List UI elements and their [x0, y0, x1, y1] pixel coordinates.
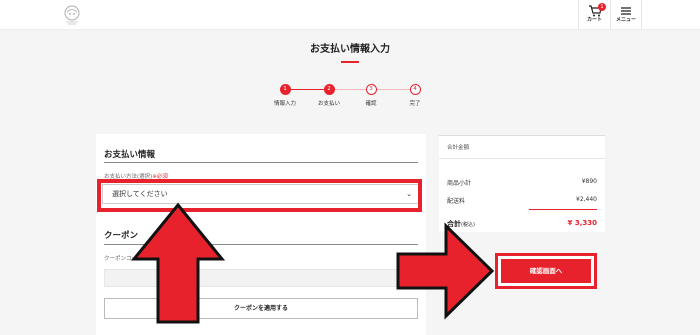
- total-value: ¥ 3,330: [567, 219, 597, 227]
- cart-count-badge: 1: [598, 3, 606, 11]
- shipping-value: ¥2,440: [576, 196, 597, 203]
- total-rule: [529, 209, 597, 210]
- step-1: 1 情報入力: [270, 84, 300, 107]
- confirm-highlight-annotation: 確認画面へ: [495, 253, 597, 289]
- progress-stepper: 1 情報入力 2 お支払い 3 確認 4 完了: [270, 84, 430, 114]
- cart-button[interactable]: 1 カート: [578, 0, 610, 30]
- coupon-code-input[interactable]: [104, 269, 418, 287]
- page-title: お支払い情報入力: [310, 44, 390, 55]
- menu-label: メニュー: [615, 17, 636, 23]
- step-1-number: 1: [279, 84, 291, 95]
- order-summary-card: 合計金額 商品小計 ¥890 配送料 ¥2,440 合計(税込) ¥ 3,330: [439, 135, 605, 232]
- apply-coupon-button[interactable]: クーポンを適用する: [104, 298, 418, 319]
- payment-section-divider: [104, 162, 418, 163]
- site-header: 1 カート メニュー: [0, 0, 700, 30]
- cart-label: カート: [586, 17, 602, 23]
- step-1-label: 情報入力: [273, 101, 296, 107]
- summary-heading: 合計金額: [447, 145, 470, 151]
- coupon-code-label: クーポンコード: [104, 256, 143, 262]
- title-underline: [341, 61, 359, 63]
- step-4-number: 4: [409, 84, 421, 95]
- summary-divider: [439, 158, 605, 159]
- step-3-number: 3: [365, 84, 377, 95]
- step-3-label: 確認: [365, 101, 377, 107]
- total-label: 合計(税込): [447, 219, 475, 229]
- coupon-section-divider: [104, 244, 418, 245]
- step-2: 2 お支払い: [314, 84, 344, 107]
- logo-icon[interactable]: [60, 4, 84, 26]
- confirm-screen-button[interactable]: 確認画面へ: [501, 259, 591, 283]
- step-2-number: 2: [323, 84, 335, 95]
- select-highlight-annotation: [97, 179, 422, 212]
- total-tax-note: (税込): [461, 222, 475, 228]
- step-3: 3 確認: [356, 84, 386, 107]
- payment-form-card: お支払い情報 お支払い方法(選択)※必須 選択してください ⌄ クーポン クーポ…: [96, 134, 426, 335]
- subtotal-value: ¥890: [581, 178, 597, 185]
- step-4: 4 完了: [400, 84, 430, 107]
- subtotal-label: 商品小計: [447, 180, 472, 187]
- shipping-label: 配送料: [447, 198, 466, 205]
- step-4-label: 完了: [409, 101, 421, 107]
- coupon-section-title: クーポン: [104, 231, 139, 241]
- step-2-label: お支払い: [317, 101, 340, 107]
- payment-section-title: お支払い情報: [104, 150, 156, 160]
- menu-button[interactable]: メニュー: [610, 0, 642, 30]
- hamburger-icon: [621, 7, 631, 15]
- total-label-text: 合計: [447, 220, 461, 228]
